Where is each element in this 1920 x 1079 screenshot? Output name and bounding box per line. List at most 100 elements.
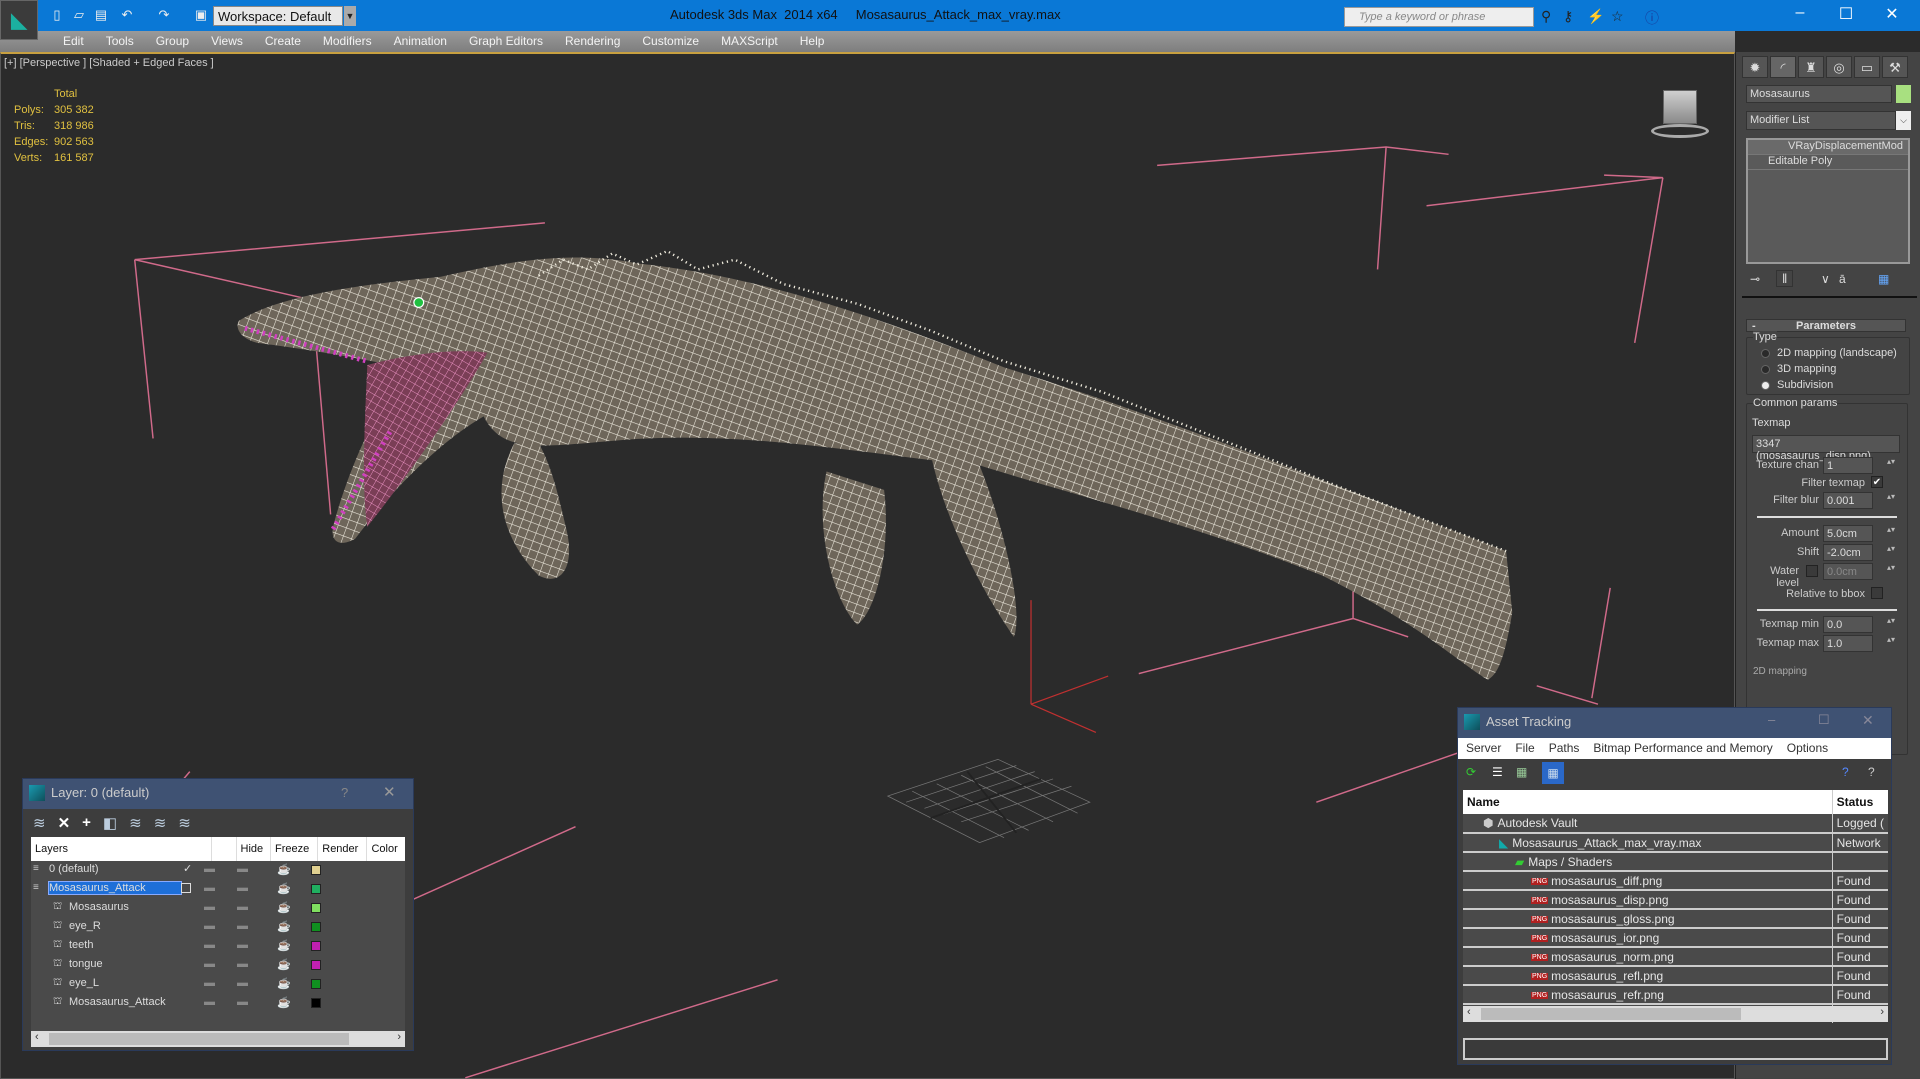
freeze-toggle[interactable]: ▬ bbox=[237, 863, 248, 875]
create-tab-icon[interactable]: ✹ bbox=[1742, 56, 1768, 78]
column-current[interactable] bbox=[210, 837, 236, 861]
asset-row[interactable]: PNG mosasaurus_gloss.png Found bbox=[1463, 909, 1888, 929]
horizontal-scrollbar[interactable]: ‹ › bbox=[31, 1031, 405, 1047]
show-end-result-icon[interactable]: ‖ bbox=[1776, 270, 1794, 287]
viewcube-ring[interactable] bbox=[1651, 124, 1709, 138]
undo-icon[interactable]: ↶ bbox=[118, 7, 136, 23]
redo-icon[interactable]: ↷ bbox=[155, 7, 173, 23]
column-freeze[interactable]: Freeze bbox=[270, 837, 318, 861]
amount-input[interactable]: 5.0cm bbox=[1823, 525, 1873, 542]
layer-color-swatch[interactable] bbox=[311, 979, 321, 989]
filter-texmap-checkbox[interactable]: ✔ bbox=[1871, 476, 1883, 488]
water-level-input[interactable]: 0.0cm bbox=[1823, 563, 1873, 580]
render-teapot-icon[interactable]: ☕ bbox=[277, 882, 291, 895]
display-tab-icon[interactable]: ▭ bbox=[1854, 56, 1880, 78]
layer-row[interactable]: ⛫ eye_L ▬ ▬ ☕ bbox=[31, 975, 405, 994]
layer-name[interactable]: eye_R bbox=[69, 920, 101, 932]
spinner-icon[interactable]: ▴▾ bbox=[1887, 617, 1895, 632]
shift-input[interactable]: -2.0cm bbox=[1823, 544, 1873, 561]
menu-create[interactable]: Create bbox=[254, 31, 312, 52]
viewcube-box-icon[interactable] bbox=[1663, 90, 1697, 124]
render-teapot-icon[interactable]: ☕ bbox=[277, 977, 291, 990]
layer-color-swatch[interactable] bbox=[311, 865, 321, 875]
asset-row[interactable]: ⬢ Autodesk Vault Logged ( bbox=[1463, 814, 1888, 834]
modifier-list-dropdown[interactable]: Modifier List bbox=[1746, 111, 1896, 130]
menu-views[interactable]: Views bbox=[200, 31, 254, 52]
layer-name[interactable]: Mosasaurus_Attack bbox=[69, 996, 166, 1008]
add-to-layer-icon[interactable]: + bbox=[82, 814, 91, 839]
close-button[interactable]: ✕ bbox=[1862, 712, 1874, 729]
delete-layer-icon[interactable]: ✕ bbox=[58, 814, 71, 839]
layer-color-swatch[interactable] bbox=[311, 903, 321, 913]
close-button[interactable]: ✕ bbox=[1872, 4, 1912, 24]
path-status-field[interactable] bbox=[1463, 1038, 1888, 1060]
freeze-toggle[interactable]: ▬ bbox=[237, 977, 248, 989]
texmap-button[interactable]: 3347 (mosasaurus_disp.png) bbox=[1752, 435, 1900, 462]
menu-customize[interactable]: Customize bbox=[631, 31, 710, 52]
asset-row[interactable]: ▰ Maps / Shaders bbox=[1463, 852, 1888, 872]
maximize-button[interactable]: ☐ bbox=[1826, 4, 1866, 24]
menu-server[interactable]: Server bbox=[1466, 741, 1501, 759]
layer-name[interactable]: Mosasaurus_Attack bbox=[48, 881, 182, 895]
menu-rendering[interactable]: Rendering bbox=[554, 31, 631, 52]
freeze-toggle[interactable]: ▬ bbox=[237, 958, 248, 970]
stack-item-vraydisplacement[interactable]: VRayDisplacementMod bbox=[1748, 140, 1908, 155]
viewcube[interactable] bbox=[1641, 88, 1711, 140]
scroll-right-icon[interactable]: › bbox=[1880, 1006, 1884, 1018]
utilities-tab-icon[interactable]: ⚒ bbox=[1882, 56, 1908, 78]
filter-blur-input[interactable]: 0.001 bbox=[1823, 492, 1873, 509]
asset-row[interactable]: PNG mosasaurus_refl.png Found bbox=[1463, 966, 1888, 986]
hide-toggle[interactable]: ▬ bbox=[204, 958, 215, 970]
menu-group[interactable]: Group bbox=[145, 31, 200, 52]
layer-row[interactable]: ⛫ teeth ▬ ▬ ☕ bbox=[31, 937, 405, 956]
help-icon[interactable]: ⓘ bbox=[1645, 8, 1659, 28]
asset-row[interactable]: PNG mosasaurus_ior.png Found bbox=[1463, 928, 1888, 948]
spinner-icon[interactable]: ▴▾ bbox=[1887, 458, 1895, 473]
render-teapot-icon[interactable]: ☕ bbox=[277, 920, 291, 933]
menu-paths[interactable]: Paths bbox=[1549, 741, 1580, 759]
scrollbar-thumb[interactable] bbox=[1481, 1008, 1741, 1020]
search-input[interactable]: Type a keyword or phrase bbox=[1344, 7, 1534, 27]
workspace-dropdown[interactable]: Workspace: Default bbox=[213, 6, 343, 26]
radio-subdivision[interactable]: Subdivision bbox=[1761, 379, 1833, 391]
new-layer-icon[interactable]: ≋ bbox=[33, 814, 46, 839]
configure-sets-icon[interactable]: ▦ bbox=[1878, 272, 1889, 286]
relative-bbox-checkbox[interactable] bbox=[1871, 587, 1883, 599]
star-icon[interactable]: ☆ bbox=[1611, 8, 1624, 25]
hide-toggle[interactable]: ▬ bbox=[204, 901, 215, 913]
menu-options[interactable]: Options bbox=[1787, 741, 1828, 759]
layer-row[interactable]: ≡ 0 (default) ✓ ▬ ▬ ☕ bbox=[31, 861, 405, 880]
texmap-max-input[interactable]: 1.0 bbox=[1823, 635, 1873, 652]
column-render[interactable]: Render bbox=[317, 837, 367, 861]
column-hide[interactable]: Hide bbox=[235, 837, 271, 861]
layer-properties-icon[interactable]: ≋ bbox=[178, 814, 191, 839]
layer-color-swatch[interactable] bbox=[311, 960, 321, 970]
asset-row[interactable]: ◣ Mosasaurus_Attack_max_vray.max Network bbox=[1463, 833, 1888, 853]
close-button[interactable]: ✕ bbox=[383, 783, 396, 801]
hierarchy-tab-icon[interactable]: ♜ bbox=[1798, 56, 1824, 78]
layer-row[interactable]: ⛫ Mosasaurus ▬ ▬ ☕ bbox=[31, 899, 405, 918]
layer-row[interactable]: ≡ Mosasaurus_Attack ▬ ▬ ☕ bbox=[31, 880, 405, 899]
render-teapot-icon[interactable]: ☕ bbox=[277, 901, 291, 914]
spinner-icon[interactable]: ▴▾ bbox=[1887, 545, 1895, 560]
binoculars-icon[interactable]: ⚲ bbox=[1541, 8, 1551, 25]
hide-toggle[interactable]: ▬ bbox=[204, 977, 215, 989]
table-view-icon[interactable]: ▦ bbox=[1542, 762, 1564, 784]
menu-modifiers[interactable]: Modifiers bbox=[312, 31, 383, 52]
project-folder-icon[interactable]: ▣ bbox=[192, 7, 210, 23]
menu-help[interactable]: Help bbox=[789, 31, 836, 52]
radio-3d-mapping[interactable]: 3D mapping bbox=[1761, 363, 1836, 375]
freeze-toggle[interactable]: ▬ bbox=[237, 996, 248, 1008]
make-unique-icon[interactable]: ∨ bbox=[1821, 272, 1830, 286]
hide-toggle[interactable]: ▬ bbox=[204, 920, 215, 932]
save-icon[interactable]: ▤ bbox=[92, 7, 110, 23]
layer-row[interactable]: ⛫ eye_R ▬ ▬ ☕ bbox=[31, 918, 405, 937]
open-file-icon[interactable]: ▱ bbox=[70, 7, 88, 23]
asset-row[interactable]: PNG mosasaurus_diff.png Found bbox=[1463, 871, 1888, 891]
asset-row[interactable]: PNG mosasaurus_disp.png Found bbox=[1463, 890, 1888, 910]
scrollbar-thumb[interactable] bbox=[49, 1033, 349, 1045]
spinner-icon[interactable]: ▴▾ bbox=[1887, 564, 1895, 579]
freeze-toggle[interactable]: ▬ bbox=[237, 882, 248, 894]
satellite-icon[interactable]: ⚡ bbox=[1587, 8, 1604, 25]
layer-name[interactable]: tongue bbox=[69, 958, 103, 970]
